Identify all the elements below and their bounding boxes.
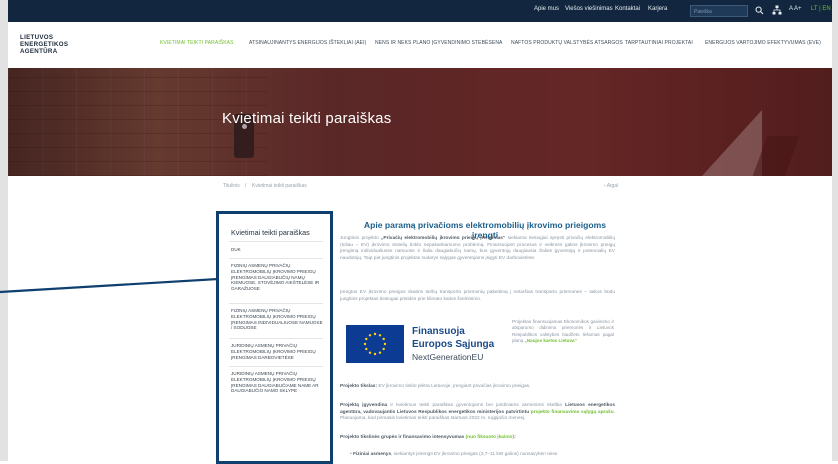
- page-title: Kvietimai teikti paraiškas: [222, 110, 392, 127]
- search-input[interactable]: [694, 7, 744, 16]
- topbar-link-career[interactable]: Karjera: [648, 6, 667, 12]
- nav-item-international[interactable]: TARPTAUTINIAI PROJEKTAI: [625, 40, 693, 46]
- sidebar-divider: [229, 241, 323, 242]
- sidebar-item-private-house[interactable]: FIZINIŲ ASMENŲ PRIVAČIŲ ELEKTROMOBILIŲ Į…: [231, 308, 325, 331]
- left-page-margin: [0, 0, 8, 461]
- sidebar-item-faq[interactable]: DUK: [231, 247, 325, 253]
- eu-funding-line1: Finansuoja: [412, 326, 465, 337]
- target-groups-heading: Projekto tikslinės grupės ir finansavimo…: [340, 435, 516, 440]
- breadcrumb-home[interactable]: Titulinis: [223, 183, 240, 189]
- topbar-link-contacts[interactable]: Kontaktai: [615, 6, 640, 12]
- eu-flag: [346, 325, 404, 363]
- agency-logo[interactable]: LIETUVOS ENERGETIKOS AGENTŪRA: [20, 34, 68, 55]
- sidebar-divider: [229, 258, 323, 259]
- intro-paragraph: Jungtinio projekto „Privačių elektromobi…: [340, 236, 615, 262]
- sidebar-item-legal-apartment[interactable]: JURIDINIŲ ASMENŲ PRIVAČIŲ ELEKTROMOBILIŲ…: [231, 371, 325, 394]
- target-group-bullet: • Fiziniai asmenys, siekiantys įsirengti…: [350, 452, 558, 457]
- climate-paragraph: Įrengtos EV įkrovimo prieigos skatins ta…: [340, 290, 615, 302]
- financing-conditions-link[interactable]: projekto finansavimo sąlygų aprašu: [529, 410, 614, 415]
- sidebar-item-legal-workplace[interactable]: JURIDINIŲ ASMENŲ PRIVAČIŲ ELEKTROMOBILIŲ…: [231, 343, 325, 360]
- nav-item-efficiency[interactable]: ENERGIJOS VARTOJIMO EFEKTYVUMAS (EVE): [705, 40, 821, 46]
- eu-funding-line2: Europos Sąjunga: [412, 339, 495, 350]
- sidebar-divider: [229, 303, 323, 304]
- sidebar-title: Kvietimai teikti paraiškas: [231, 228, 310, 237]
- topbar-link-about[interactable]: Apie mus: [534, 6, 559, 12]
- right-page-margin: [832, 0, 838, 461]
- breadcrumb-separator: /: [245, 183, 247, 189]
- project-goal: Projekto tikslas: EV įkrovimo tinklo plė…: [340, 384, 531, 389]
- language-switch[interactable]: LT | EN: [811, 6, 831, 12]
- nav-item-nens-monitoring[interactable]: NENS IR NEKS PLANO ĮGYVENDINIMO STEBĖSEN…: [375, 40, 502, 46]
- sidebar-item-private-apartment[interactable]: FIZINIŲ ASMENŲ PRIVAČIŲ ELEKTROMOBILIŲ Į…: [231, 263, 325, 292]
- project-implementation: Projektą įgyvendina ir kvietimus teikti …: [340, 403, 616, 422]
- topbar-link-publicity[interactable]: Viešos viešinimas: [565, 6, 613, 12]
- site-header: LIETUVOS ENERGETIKOS AGENTŪRA KVIETIMAI …: [8, 22, 832, 68]
- sidebar-divider: [229, 338, 323, 339]
- top-utility-bar: Apie mus Viešos viešinimas Kontaktai Kar…: [8, 0, 832, 22]
- naujos-kartos-link[interactable]: „Naujos kartos Lietuva“: [525, 338, 577, 343]
- nav-item-calls[interactable]: KVIETIMAI TEIKTI PARAIŠKAS: [160, 40, 234, 46]
- nav-item-renewables[interactable]: ATSINAUJINANTYS ENERGIJOS IŠTEKLIAI (AEI…: [249, 40, 366, 46]
- sitemap-icon[interactable]: [772, 5, 782, 15]
- nav-item-oil-reserves[interactable]: NAFTOS PRODUKTŲ VALSTYBĖS ATSARGOS: [511, 40, 623, 46]
- breadcrumb-current: Kvietimai teikti paraiškas: [252, 183, 307, 189]
- annotation-pointer-line: [0, 278, 218, 294]
- sidebar-menu: Kvietimai teikti paraiškas DUK FIZINIŲ A…: [216, 211, 333, 464]
- font-size-toggle[interactable]: A A+: [789, 6, 802, 12]
- sidebar-divider: [229, 366, 323, 367]
- eu-funding-line3: NextGenerationEU: [412, 352, 484, 362]
- eu-stars-icon: [363, 332, 387, 356]
- search-field[interactable]: [690, 5, 748, 17]
- hero-banner: [8, 68, 832, 176]
- funding-description: Projektas finansuojamas Ekonomikos gaivi…: [512, 319, 614, 344]
- search-icon[interactable]: [755, 6, 764, 15]
- hero-decor-triangle: [702, 110, 762, 176]
- back-link[interactable]: ‹ Atgal: [604, 183, 618, 189]
